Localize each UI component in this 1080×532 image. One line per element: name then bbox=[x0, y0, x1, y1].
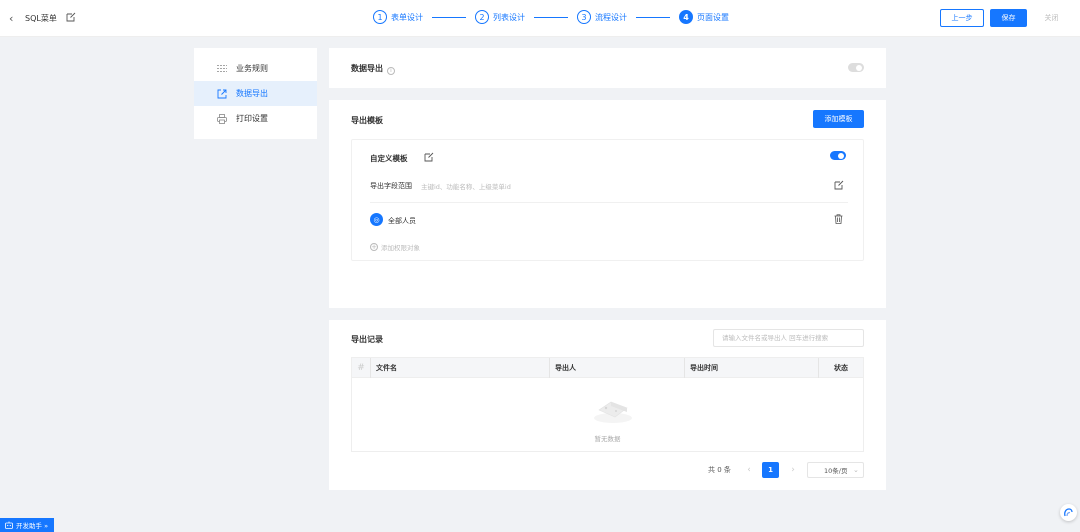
step-number: 4 bbox=[679, 10, 693, 24]
column-header-exporter: 导出人 bbox=[550, 358, 685, 378]
export-templates-card: 导出模板 添加模板 自定义模板 导出字段范围 主键id、功能名称、上级菜单id … bbox=[329, 100, 886, 308]
settings-sidebar: 业务规则 数据导出 打印设置 bbox=[194, 48, 317, 139]
user-group-icon: ◎ bbox=[370, 213, 383, 226]
step-label: 列表设计 bbox=[493, 12, 525, 22]
template-item: 自定义模板 导出字段范围 主键id、功能名称、上级菜单id ◎ 全部人员 + 添… bbox=[351, 139, 864, 261]
step-connector bbox=[636, 16, 670, 18]
sidebar-item-data-export[interactable]: 数据导出 bbox=[194, 81, 317, 106]
step-label: 页面设置 bbox=[697, 12, 729, 22]
step-flow-design[interactable]: 3 流程设计 bbox=[577, 10, 627, 24]
info-icon[interactable]: i bbox=[387, 67, 395, 75]
records-title: 导出记录 bbox=[351, 335, 383, 344]
assistant-icon bbox=[5, 521, 13, 529]
add-permission-object-button[interactable]: + 添加权限对象 bbox=[370, 242, 420, 252]
step-number: 2 bbox=[475, 10, 489, 24]
step-form-design[interactable]: 1 表单设计 bbox=[373, 10, 423, 24]
page-size-select[interactable]: 10条/页 ⌄ bbox=[807, 462, 864, 478]
close-button[interactable]: 关闭 bbox=[1033, 9, 1070, 27]
sidebar-item-label: 数据导出 bbox=[236, 89, 268, 98]
empty-state-text: 暂无数据 bbox=[594, 435, 621, 443]
helper-logo-icon bbox=[1064, 508, 1073, 517]
column-header-filename: 文件名 bbox=[371, 358, 550, 378]
add-template-button[interactable]: 添加模板 bbox=[813, 110, 864, 128]
empty-data-icon bbox=[594, 401, 632, 423]
sidebar-item-label: 业务规则 bbox=[236, 64, 268, 73]
top-bar: ‹ SQL菜单 1 表单设计 2 列表设计 3 流程设计 4 页面设置 上一步 … bbox=[0, 0, 1080, 37]
back-icon[interactable]: ‹ bbox=[9, 12, 13, 25]
step-list-design[interactable]: 2 列表设计 bbox=[475, 10, 525, 24]
column-header-status: 状态 bbox=[834, 364, 848, 372]
data-export-title-text: 数据导出 bbox=[351, 64, 383, 73]
edit-range-icon[interactable] bbox=[834, 180, 844, 190]
printer-icon bbox=[217, 113, 227, 124]
export-records-card: 导出记录 # 文件名 导出人 导出时间 状态 暂无数据 共 0 条 ‹ 1 › … bbox=[329, 320, 886, 490]
prev-page-icon[interactable]: ‹ bbox=[743, 462, 755, 478]
template-name: 自定义模板 bbox=[370, 154, 408, 163]
step-label: 表单设计 bbox=[391, 12, 423, 22]
step-page-settings[interactable]: 4 页面设置 bbox=[679, 10, 729, 24]
page-size-value: 10条/页 bbox=[824, 467, 848, 475]
dev-assistant-button[interactable]: 开发助手 » bbox=[0, 518, 54, 532]
floating-helper-button[interactable] bbox=[1060, 504, 1077, 521]
step-nav: 1 表单设计 2 列表设计 3 流程设计 4 页面设置 bbox=[373, 10, 729, 24]
prev-step-button[interactable]: 上一步 bbox=[940, 9, 984, 27]
save-button[interactable]: 保存 bbox=[990, 9, 1027, 27]
next-page-icon[interactable]: › bbox=[787, 462, 799, 478]
trash-icon[interactable] bbox=[834, 214, 843, 224]
export-icon bbox=[217, 89, 227, 98]
chevron-down-icon: ⌄ bbox=[853, 466, 859, 474]
add-permission-label: 添加权限对象 bbox=[381, 244, 420, 252]
sidebar-item-business-rules[interactable]: 业务规则 bbox=[194, 56, 317, 81]
data-export-toggle[interactable] bbox=[848, 63, 864, 72]
step-connector bbox=[534, 16, 568, 18]
templates-title: 导出模板 bbox=[351, 116, 383, 125]
records-table: # 文件名 导出人 导出时间 状态 暂无数据 bbox=[351, 357, 864, 452]
step-connector bbox=[432, 16, 466, 18]
records-search-input[interactable] bbox=[713, 329, 864, 347]
dev-assistant-label: 开发助手 » bbox=[16, 522, 49, 530]
edit-title-icon[interactable] bbox=[66, 12, 76, 22]
step-number: 3 bbox=[577, 10, 591, 24]
pagination-total: 共 0 条 bbox=[708, 466, 731, 474]
plus-circle-icon: + bbox=[370, 243, 378, 251]
sliders-icon bbox=[217, 65, 227, 72]
column-header-index: # bbox=[352, 358, 371, 378]
data-export-card: 数据导出 i bbox=[329, 48, 886, 88]
sidebar-item-label: 打印设置 bbox=[236, 114, 268, 123]
export-range-value[interactable]: 主键id、功能名称、上级菜单id bbox=[421, 181, 511, 191]
step-number: 1 bbox=[373, 10, 387, 24]
table-header: # 文件名 导出人 导出时间 状态 bbox=[352, 358, 863, 378]
pagination-current-page[interactable]: 1 bbox=[762, 462, 779, 478]
app-title: SQL菜单 bbox=[25, 14, 57, 23]
column-header-export-time: 导出时间 bbox=[685, 358, 819, 378]
data-export-title: 数据导出 i bbox=[351, 63, 395, 75]
step-label: 流程设计 bbox=[595, 12, 627, 22]
sidebar-item-print-settings[interactable]: 打印设置 bbox=[194, 106, 317, 131]
export-range-label: 导出字段范围 bbox=[370, 182, 412, 190]
divider bbox=[370, 202, 848, 203]
template-enable-toggle[interactable] bbox=[830, 151, 846, 160]
edit-template-name-icon[interactable] bbox=[424, 152, 434, 162]
permission-user-label: 全部人员 bbox=[388, 217, 416, 225]
